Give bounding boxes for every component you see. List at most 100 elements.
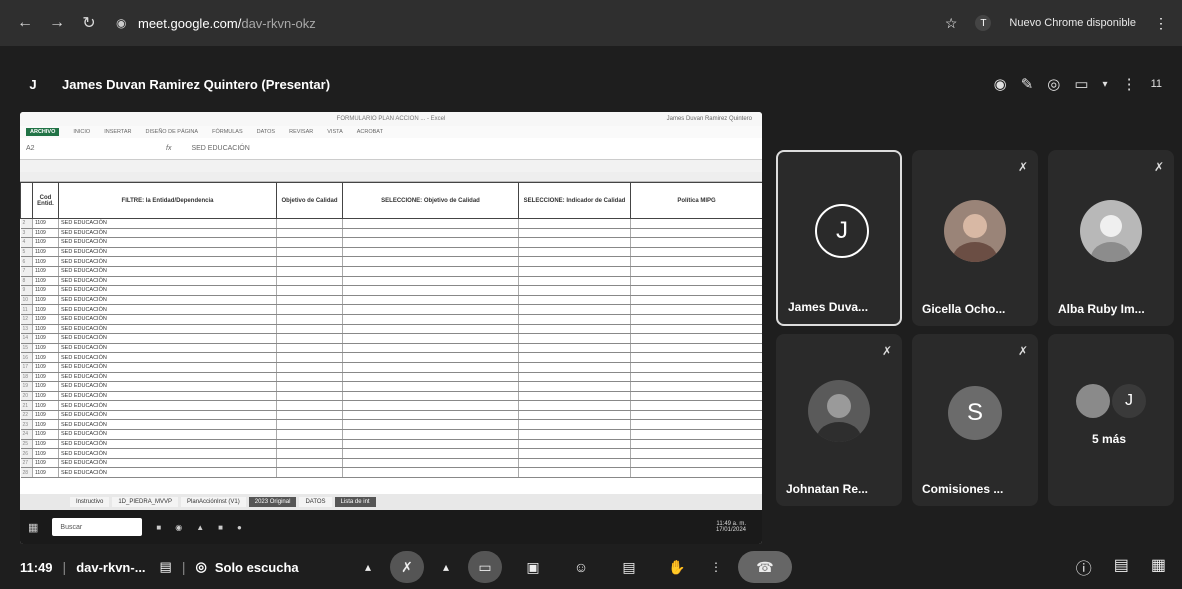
participant-tile[interactable]: ✗ S Comisiones ... <box>912 334 1038 506</box>
participant-photo <box>1080 200 1142 262</box>
captions-button[interactable]: ▤ <box>612 551 646 583</box>
windows-taskbar: ▦ Buscar ■ ◉ ▲ ■ ● 11:49 a. m. 17/01/202… <box>20 510 762 544</box>
empty-cell <box>630 218 762 229</box>
empty-cell <box>342 372 519 383</box>
empty-cell <box>342 381 519 392</box>
participant-name: James Duva... <box>788 300 869 314</box>
chevron-up-icon[interactable]: ▴ <box>360 551 376 583</box>
empty-cell <box>630 391 762 402</box>
taskbar-app-icon: ▲ <box>196 522 205 532</box>
view-icon[interactable]: ◎ <box>1047 75 1060 93</box>
empty-cell <box>630 266 762 277</box>
entity-cell: SED EDUCACIÓN <box>58 314 277 325</box>
empty-cell <box>630 256 762 267</box>
forward-icon[interactable]: → <box>46 12 68 34</box>
excel-ribbon: ARCHIVO INICIO INSERTAR DISEÑO DE PÁGINA… <box>20 126 762 138</box>
empty-cell <box>276 362 343 373</box>
participant-tile[interactable]: ✗ Gicella Ocho... <box>912 150 1038 326</box>
participant-tile[interactable]: J James Duva... <box>776 150 902 326</box>
copy-icon[interactable]: ▤ <box>160 559 172 575</box>
present-screen-button[interactable]: ▣ <box>516 551 550 583</box>
raise-hand-button[interactable]: ✋ <box>660 551 694 583</box>
empty-cell <box>276 276 343 287</box>
participant-tile[interactable]: ✗ Alba Ruby Im... <box>1048 150 1174 326</box>
more-menu-icon[interactable]: ⋮ <box>1154 15 1168 32</box>
empty-cell <box>342 333 519 344</box>
empty-cell <box>518 237 631 248</box>
activities-icon[interactable]: ▦ <box>1151 555 1166 579</box>
camera-off-button[interactable]: ▭ <box>468 551 502 583</box>
row-number-header <box>20 182 33 219</box>
entity-code-cell: 1109 <box>32 458 59 469</box>
camera-off-icon[interactable]: ▭ <box>1074 75 1088 93</box>
entity-cell: SED EDUCACIÓN <box>58 467 277 479</box>
empty-cell <box>342 419 519 431</box>
bookmark-star-icon[interactable]: ☆ <box>945 15 958 32</box>
formula-content: SED EDUCACIÓN <box>191 145 250 152</box>
chevron-down-icon[interactable]: ▾ <box>1103 79 1108 90</box>
empty-cell <box>276 439 343 450</box>
row-number: 13 <box>20 324 33 335</box>
empty-cell <box>342 467 519 479</box>
row-number: 17 <box>20 362 33 373</box>
reload-icon[interactable]: ↻ <box>78 12 100 34</box>
empty-cell <box>276 400 343 411</box>
column-header: SELECCIONE: Objetivo de Calidad <box>342 182 519 219</box>
entity-code-cell: 1109 <box>32 381 59 392</box>
empty-cell <box>342 324 519 335</box>
meeting-code[interactable]: dav-rkvn-... <box>76 560 145 575</box>
site-info-icon[interactable]: ◉ <box>116 16 130 30</box>
entity-cell: SED EDUCACIÓN <box>58 304 277 315</box>
entity-code-cell: 1109 <box>32 400 59 411</box>
empty-cell <box>518 333 631 344</box>
chrome-update-button[interactable]: Nuevo Chrome disponible <box>1009 17 1136 29</box>
empty-cell <box>342 410 519 421</box>
entity-cell: SED EDUCACIÓN <box>58 400 277 411</box>
chat-icon[interactable]: ▤ <box>1114 555 1129 579</box>
table-row: 6 1109 SED EDUCACIÓN <box>20 256 762 267</box>
emoji-button[interactable]: ☺ <box>564 551 598 583</box>
column-header: Cod Entid. <box>32 182 59 219</box>
browser-toolbar: ← → ↻ ◉ meet.google.com/ dav-rkvn-okz ☆ … <box>0 0 1182 46</box>
participant-tile[interactable]: ✗ Johnatan Re... <box>776 334 902 506</box>
more-participants-tile[interactable]: J 5 más <box>1048 334 1174 506</box>
separator: | <box>181 559 186 575</box>
mic-off-button[interactable]: ✗ <box>390 551 424 583</box>
leave-call-button[interactable]: ☎ <box>738 551 792 583</box>
empty-cell <box>518 381 631 392</box>
row-number: 11 <box>20 304 33 315</box>
table-row: 19 1109 SED EDUCACIÓN <box>20 381 762 392</box>
edit-icon[interactable]: ✎ <box>1021 75 1034 93</box>
table-row: 18 1109 SED EDUCACIÓN <box>20 372 762 383</box>
listen-only-status[interactable]: ◎ Solo escucha <box>195 559 298 575</box>
record-icon[interactable]: ◉ <box>994 75 1007 93</box>
empty-cell <box>276 391 343 402</box>
empty-cell <box>630 439 762 450</box>
entity-cell: SED EDUCACIÓN <box>58 362 277 373</box>
empty-cell <box>276 448 343 459</box>
empty-cell <box>518 429 631 440</box>
layout-icon[interactable]: ⋮ <box>1122 75 1137 93</box>
eye-icon: ◎ <box>195 559 207 574</box>
entity-cell: SED EDUCACIÓN <box>58 266 277 277</box>
entity-code-cell: 1109 <box>32 343 59 354</box>
profile-avatar[interactable]: T <box>975 15 992 31</box>
address-bar[interactable]: ◉ meet.google.com/ dav-rkvn-okz <box>116 16 316 31</box>
table-row: 24 1109 SED EDUCACIÓN <box>20 429 762 440</box>
empty-cell <box>276 304 343 315</box>
column-header: SELECCIONE: Indicador de Calidad <box>518 182 631 219</box>
row-number: 3 <box>20 228 33 239</box>
row-number: 8 <box>20 276 33 287</box>
table-row: 27 1109 SED EDUCACIÓN <box>20 458 762 469</box>
row-number: 10 <box>20 295 33 306</box>
chevron-up-icon[interactable]: ▴ <box>438 551 454 583</box>
row-number: 9 <box>20 285 33 296</box>
entity-cell: SED EDUCACIÓN <box>58 218 277 229</box>
more-options-icon[interactable]: ⋮ <box>708 551 724 583</box>
person-silhouette-icon <box>817 394 861 442</box>
formula-bar: A2 fx SED EDUCACIÓN <box>20 138 762 160</box>
participant-avatar: S <box>948 386 1002 440</box>
column-header: FILTRE: la Entidad/Dependencia <box>58 182 277 219</box>
info-icon[interactable]: ⓘ <box>1076 555 1092 579</box>
back-icon[interactable]: ← <box>14 12 36 34</box>
